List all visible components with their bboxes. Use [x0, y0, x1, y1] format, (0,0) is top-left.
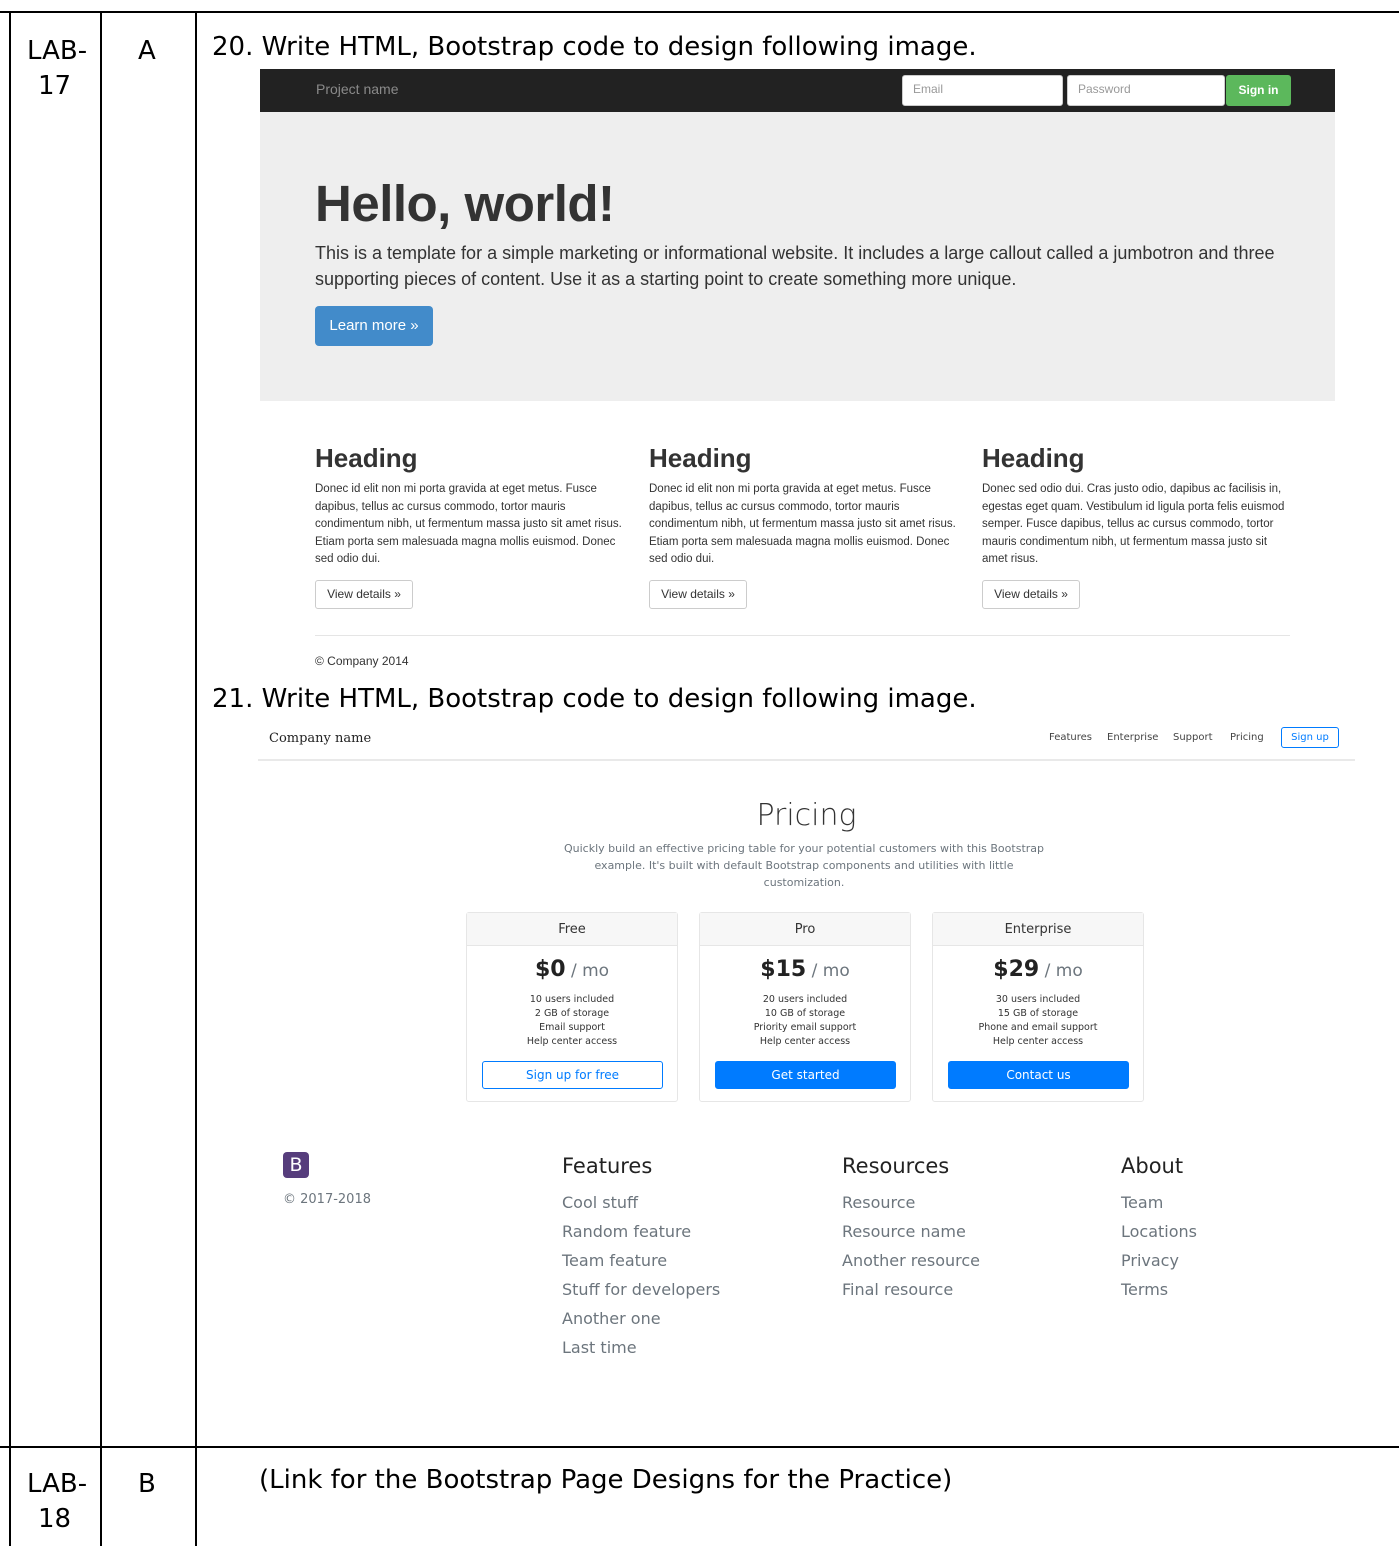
list-item: Help center access [526, 1036, 618, 1047]
lab-number: 17 [38, 71, 72, 101]
column-text: Donec id elit non mi porta gravida at eg… [315, 483, 622, 565]
sign-in-button[interactable]: Sign in [1226, 75, 1291, 106]
pricing-card-pro: Pro $15 / mo 20 users included 10 GB of … [699, 912, 911, 1102]
lab-number-cell: LAB- 17 [27, 34, 88, 104]
list-item: Help center access [759, 1036, 851, 1047]
table-row-divider [0, 1446, 1399, 1448]
footer-link[interactable]: Team feature [562, 1246, 720, 1275]
list-item: Email support [539, 1022, 605, 1033]
footer-link[interactable]: Cool stuff [562, 1188, 720, 1217]
column-text: Donec sed odio dui. Cras justo odio, dap… [982, 483, 1285, 565]
card-price: $29 / mo [993, 957, 1083, 982]
list-item: 2 GB of storage [534, 1008, 610, 1019]
list-item: Priority email support [753, 1022, 857, 1033]
footer-link[interactable]: Team [1121, 1188, 1197, 1217]
list-item: 10 GB of storage [764, 1008, 846, 1019]
pricing-lead: Quickly build an effective pricing table… [563, 842, 1044, 889]
question-20: 20. Write HTML, Bootstrap code to design… [212, 32, 977, 62]
card-header: Pro [700, 913, 910, 946]
navbar-brand[interactable]: Project name [316, 81, 398, 97]
question-21: 21. Write HTML, Bootstrap code to design… [212, 684, 977, 714]
column-text: Donec id elit non mi porta gravida at eg… [649, 483, 956, 565]
lab-number: 18 [38, 1504, 72, 1534]
lab-label: LAB- [27, 36, 88, 66]
footer-link[interactable]: Random feature [562, 1217, 720, 1246]
list-item: 10 users included [529, 994, 615, 1005]
footer-link[interactable]: Terms [1121, 1275, 1197, 1304]
card-header: Free [467, 913, 677, 946]
table-col-divider-1 [100, 11, 102, 1546]
lab-label: LAB- [27, 1469, 88, 1499]
table-col-divider-2 [195, 11, 197, 1546]
learn-more-button[interactable]: Learn more » [315, 306, 433, 346]
content-column: Heading Donec id elit non mi porta gravi… [315, 443, 630, 609]
pricing-card-enterprise: Enterprise $29 / mo 30 users included 15… [932, 912, 1144, 1102]
lab-number-cell: LAB- 18 [27, 1467, 88, 1537]
feature-list: 20 users included 10 GB of storage Prior… [700, 993, 910, 1049]
nav-link-support[interactable]: Support [1173, 732, 1213, 743]
footer-divider [315, 635, 1290, 636]
footer-column-features: Features Cool stuff Random feature Team … [562, 1152, 720, 1362]
jumbotron-title: Hello, world! [315, 175, 615, 232]
view-details-button[interactable]: View details » [315, 580, 413, 609]
part-label: B [138, 1469, 156, 1499]
feature-list: 30 users included 15 GB of storage Phone… [933, 993, 1143, 1049]
footer-column-resources: Resources Resource Resource name Another… [842, 1152, 980, 1304]
column-heading: Heading [649, 443, 752, 473]
view-details-button[interactable]: View details » [982, 580, 1080, 609]
pricing-title: Pricing [756, 798, 857, 833]
footer-link[interactable]: Privacy [1121, 1246, 1197, 1275]
table-top-border [0, 11, 1399, 13]
footer-link[interactable]: Resource name [842, 1217, 980, 1246]
list-item: Phone and email support [978, 1022, 1098, 1033]
column-heading: Heading [315, 443, 418, 473]
pricing-navbar: Company name Features Enterprise Support… [258, 722, 1355, 761]
practice-link-text[interactable]: (Link for the Bootstrap Page Designs for… [259, 1465, 952, 1495]
jumbotron-text: This is a template for a simple marketin… [315, 243, 1275, 289]
card-header: Enterprise [933, 913, 1143, 946]
password-field[interactable]: Password [1067, 75, 1225, 106]
footer-link[interactable]: Stuff for developers [562, 1275, 720, 1304]
card-price: $15 / mo [760, 957, 850, 982]
list-item: 20 users included [762, 994, 848, 1005]
content-column: Heading Donec id elit non mi porta gravi… [649, 443, 964, 609]
list-item: 15 GB of storage [997, 1008, 1079, 1019]
view-details-button[interactable]: View details » [649, 580, 747, 609]
jumbotron-screenshot: Project name Email Password Sign in Hell… [260, 69, 1335, 669]
sign-up-free-button[interactable]: Sign up for free [482, 1061, 663, 1089]
email-field[interactable]: Email [902, 75, 1063, 106]
footer-link[interactable]: Final resource [842, 1275, 980, 1304]
card-price: $0 / mo [534, 957, 610, 982]
bootstrap-logo-icon: B [283, 1152, 309, 1178]
nav-link-pricing[interactable]: Pricing [1230, 732, 1264, 743]
pricing-screenshot: Company name Features Enterprise Support… [258, 722, 1355, 1382]
get-started-button[interactable]: Get started [715, 1061, 896, 1089]
nav-link-features[interactable]: Features [1049, 732, 1092, 743]
jumbotron: Hello, world! This is a template for a s… [260, 112, 1335, 401]
sign-up-button[interactable]: Sign up [1281, 727, 1339, 748]
footer-copyright: © Company 2014 [315, 654, 409, 668]
footer-copyright: © 2017-2018 [283, 1192, 371, 1207]
footer-link[interactable]: Another resource [842, 1246, 980, 1275]
footer-column-title: About [1121, 1154, 1184, 1178]
content-column: Heading Donec sed odio dui. Cras justo o… [982, 443, 1287, 609]
footer-link[interactable]: Resource [842, 1188, 980, 1217]
table-left-border [9, 11, 11, 1546]
footer-column-title: Resources [842, 1154, 950, 1178]
list-item: 30 users included [995, 994, 1081, 1005]
navbar-brand[interactable]: Company name [269, 731, 371, 746]
footer-column-title: Features [562, 1154, 653, 1178]
footer-link[interactable]: Locations [1121, 1217, 1197, 1246]
column-heading: Heading [982, 443, 1085, 473]
dark-navbar: Project name Email Password Sign in [260, 69, 1335, 112]
footer-link[interactable]: Last time [562, 1333, 720, 1362]
part-label: A [138, 36, 156, 66]
list-item: Help center access [992, 1036, 1084, 1047]
contact-us-button[interactable]: Contact us [948, 1061, 1129, 1089]
feature-list: 10 users included 2 GB of storage Email … [467, 993, 677, 1049]
footer-column-about: About Team Locations Privacy Terms [1121, 1152, 1197, 1304]
footer-link[interactable]: Another one [562, 1304, 720, 1333]
pricing-card-free: Free $0 / mo 10 users included 2 GB of s… [466, 912, 678, 1102]
nav-link-enterprise[interactable]: Enterprise [1107, 732, 1158, 743]
